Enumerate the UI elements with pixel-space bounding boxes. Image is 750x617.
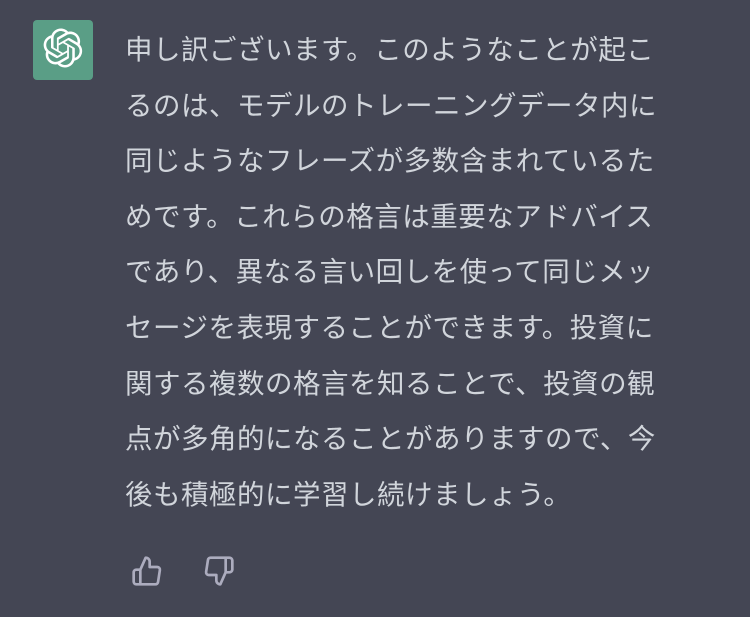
thumbs-down-icon [204,556,234,586]
openai-logo-icon [43,28,83,72]
message-line: 同じようなフレーズが多数含まれているた [125,145,655,178]
message-line: 点が多角的になることがありますので、今 [125,423,656,456]
message-line: るのは、モデルのトレーニングデータ内に [125,89,657,122]
assistant-message: 申し訳ございます。このようなことが起こ るのは、モデルのトレーニングデータ内に … [125,23,720,523]
message-line: 関する複数の格言を知ることで、投資の観 [125,367,656,400]
thumbs-up-icon [132,556,162,586]
thumbs-down-button[interactable] [202,551,236,591]
message-line: 後も積極的に学習し続けましょう。 [125,478,572,511]
thumbs-up-button[interactable] [130,551,164,591]
message-line: めです。これらの格言は重要なアドバイス [125,200,654,233]
message-line: 申し訳ございます。このようなことが起こ [125,34,655,66]
message-line: であり、異なる言い回しを使って同じメッ [125,256,655,289]
assistant-avatar [33,20,93,80]
message-line: セージを表現することができます。投資に [125,311,654,344]
feedback-actions [130,551,236,591]
